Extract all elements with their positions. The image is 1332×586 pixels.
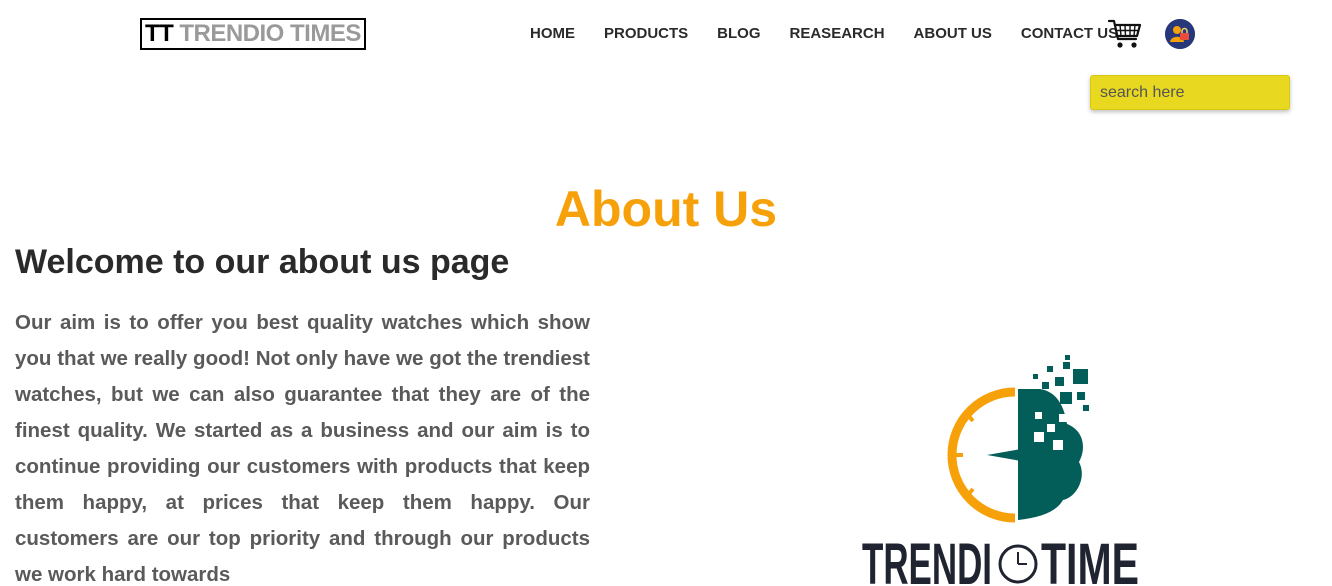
main-nav: HOME PRODUCTS BLOG REASEARCH ABOUT US CO… <box>530 25 1147 42</box>
nav-research[interactable]: REASEARCH <box>790 25 885 42</box>
trendio-time-logo: TRENDI TIME <box>855 352 1145 586</box>
nav-home[interactable]: HOME <box>530 25 575 42</box>
about-paragraph: Our aim is to offer you best quality wat… <box>15 311 590 586</box>
site-logo[interactable]: TT TRENDIO TIMES <box>140 18 366 50</box>
nav-blog[interactable]: BLOG <box>717 25 760 42</box>
logo-text: TRENDIO TIMES <box>179 20 361 47</box>
logo-word-right: TIME <box>1041 532 1139 586</box>
search-input[interactable] <box>1090 75 1290 110</box>
logo-word-left: TRENDI <box>862 532 992 586</box>
nav-contact-us[interactable]: CONTACT US <box>1021 25 1118 42</box>
user-avatar-icon[interactable] <box>1165 19 1195 49</box>
welcome-heading: Welcome to our about us page <box>15 243 510 281</box>
logo-mark: TT <box>145 20 174 47</box>
nav-about-us[interactable]: ABOUT US <box>914 25 992 42</box>
page-title: About Us <box>554 181 778 237</box>
shopping-cart-icon[interactable] <box>1107 18 1142 50</box>
nav-products[interactable]: PRODUCTS <box>604 25 688 42</box>
